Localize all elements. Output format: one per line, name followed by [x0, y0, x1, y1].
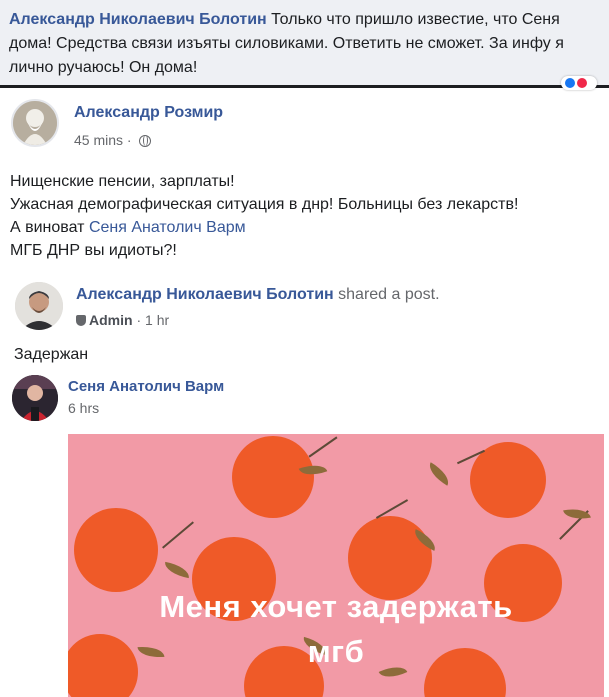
- post-body: Нищенские пенсии, зарплаты! Ужасная демо…: [10, 170, 605, 262]
- image-caption-line2: мгб: [307, 634, 365, 669]
- post-line-1: Нищенские пенсии, зарплаты!: [10, 173, 235, 190]
- like-reaction-icon: [565, 78, 575, 88]
- top-comment-author-link[interactable]: Александр Николаевич Болотин: [9, 11, 267, 28]
- love-reaction-icon: [577, 78, 587, 88]
- post-time[interactable]: 45 mins: [74, 132, 123, 148]
- reactions-badge[interactable]: [561, 76, 597, 90]
- admin-badge-icon: [76, 315, 86, 326]
- original-author-link[interactable]: Сеня Анатолич Варм: [68, 378, 224, 395]
- stem-shape: [308, 436, 338, 458]
- orange-shape: [74, 508, 158, 592]
- globe-icon: [139, 135, 152, 147]
- avatar-rozmir[interactable]: [11, 99, 59, 147]
- orange-shape: [348, 516, 432, 600]
- leaf-shape: [163, 561, 191, 579]
- post-author-link[interactable]: Александр Розмир: [74, 104, 223, 122]
- orange-shape: [470, 442, 546, 518]
- shared-meta: Admin · 1 hr: [76, 312, 169, 328]
- leaf-shape: [424, 462, 454, 486]
- post-line-2: Ужасная демографическая ситуация в днр! …: [10, 196, 519, 213]
- avatar-bolotin[interactable]: [15, 282, 63, 330]
- original-time[interactable]: 6 hrs: [68, 400, 99, 416]
- post-image[interactable]: Меня хочет задержать мгб: [68, 434, 604, 697]
- post-meta: 45 mins ·: [74, 132, 152, 148]
- avatar-varm[interactable]: [12, 375, 58, 421]
- mention-link-varm[interactable]: Сеня Анатолич Варм: [89, 219, 246, 236]
- shared-time[interactable]: 1 hr: [145, 312, 169, 328]
- shared-line: Александр Николаевич Болотин shared a po…: [76, 286, 440, 304]
- shared-text: Задержан: [14, 346, 89, 363]
- stem-shape: [162, 521, 194, 549]
- post-line-4: МГБ ДНР вы идиоты?!: [10, 242, 177, 259]
- post-line-3: А виноват Сеня Анатолич Варм: [10, 216, 605, 239]
- admin-label: Admin: [89, 312, 133, 328]
- shared-action: shared a post.: [338, 286, 440, 303]
- top-comment: Александр Николаевич Болотин Только что …: [0, 0, 609, 90]
- top-comment-text: Александр Николаевич Болотин Только что …: [9, 8, 601, 80]
- orange-shape: [232, 436, 314, 518]
- shared-author-link[interactable]: Александр Николаевич Болотин: [76, 286, 334, 303]
- image-caption-line1: Меня хочет задержать: [159, 589, 513, 624]
- post-line-3-text: А виноват: [10, 219, 85, 236]
